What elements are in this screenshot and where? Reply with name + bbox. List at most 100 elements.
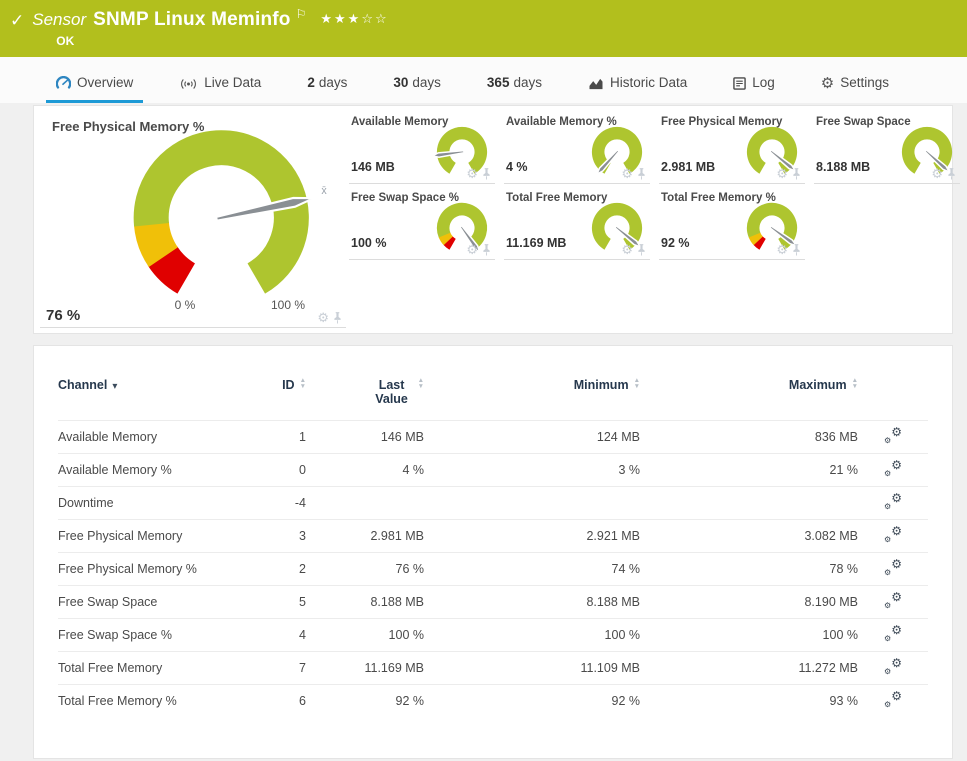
maximum-cell: 11.272 MB [640,651,858,685]
channel-name-cell: Free Swap Space [58,585,254,619]
edit-channel-gears-icon[interactable]: ⚙ ⚙ [884,590,902,610]
gauge-icon [56,76,71,91]
gauge-value: 11.169 MB [506,236,567,250]
channel-id-cell: 6 [254,684,306,718]
column-header-channel[interactable]: Channel ▾ [58,372,254,421]
tab-bar: Overview Live Data 2 days 30 days 365 days Histo… [0,57,967,103]
table-row-free-physical-memory: Free Physical Memory 3 2.981 MB 2.921 MB 3.0… [58,519,928,553]
gauge-value: 146 MB [351,160,395,174]
channel-gauge-available-memory: Available Memory 146 MB ⚙ [349,112,495,184]
column-header-minimum[interactable]: Minimum ▲ ▼ [424,372,640,421]
column-header-maximum[interactable]: Maximum ▲ ▼ [640,372,858,421]
gauge-pin-icon[interactable] [482,243,491,256]
tab-label: Live Data [204,75,262,90]
channel-gauge-free-swap-space-: Free Swap Space % 100 % ⚙ [349,188,495,260]
minimum-cell [424,486,640,520]
minimum-cell: 8.188 MB [424,585,640,619]
status-badge: OK [56,34,75,48]
edit-channel-gears-icon[interactable]: ⚙ ⚙ [884,458,902,478]
tab-historic-data[interactable]: Historic Data [578,75,697,103]
last-value-cell: 146 MB [306,420,424,454]
channel-id-cell: 1 [254,420,306,454]
edit-channel-gears-icon[interactable]: ⚙ ⚙ [884,524,902,544]
gauge-settings-gear-icon[interactable]: ⚙ [466,167,478,180]
sort-arrows-icon: ▲ ▼ [299,377,306,390]
gauge-pin-icon[interactable] [947,167,956,180]
channel-name-cell: Downtime [58,486,254,520]
gauge-settings-gear-icon[interactable]: ⚙ [776,167,788,180]
maximum-cell: 93 % [640,684,858,718]
gauge-pin-icon[interactable] [792,167,801,180]
gauge-value: 2.981 MB [661,160,716,174]
tab-label: Settings [840,75,890,90]
gauge-settings-gear-icon[interactable]: ⚙ [466,243,478,256]
gauge-settings-gear-icon[interactable]: ⚙ [931,167,943,180]
sort-arrows-icon: ▲ ▼ [851,377,858,390]
sensor-title-block: Sensor SNMP Linux Meminfo ⚐ ★★★☆☆ OK [32,7,388,48]
tab-settings[interactable]: ⚙ Settings [811,75,899,103]
sort-arrows-icon: ▲ ▼ [417,377,424,390]
historic-chart-icon [588,77,604,90]
table-row-total-free-memory-: Total Free Memory % 6 92 % 92 % 93 % ⚙ ⚙ [58,684,928,718]
channel-name-cell: Total Free Memory [58,651,254,685]
last-value-cell [306,486,424,520]
edit-channel-gears-icon[interactable]: ⚙ ⚙ [884,557,902,577]
prtg-sensor-page: ✓ Sensor SNMP Linux Meminfo ⚐ ★★★☆☆ OK O… [0,0,967,759]
tab-365-days[interactable]: 365 days [477,75,552,103]
minimum-cell: 11.109 MB [424,651,640,685]
channel-name-cell: Total Free Memory % [58,684,254,718]
gauge-pin-icon[interactable] [792,243,801,256]
gauge-settings-gear-icon[interactable]: ⚙ [621,167,633,180]
tab-label: days [412,75,441,90]
channel-name-cell: Available Memory [58,420,254,454]
gauge-pin-icon[interactable] [637,167,646,180]
channel-gauge-total-free-memory-: Total Free Memory % 92 % ⚙ [659,188,805,260]
tab-30-days[interactable]: 30 days [383,75,451,103]
minimum-cell: 2.921 MB [424,519,640,553]
gauge-value: 8.188 MB [816,160,871,174]
tab-log[interactable]: Log [723,75,785,103]
edit-channel-gears-icon[interactable]: ⚙ ⚙ [884,689,902,709]
sensor-title: SNMP Linux Meminfo [93,9,291,30]
tab-label: Log [752,75,775,90]
last-value-cell: 92 % [306,684,424,718]
sort-arrows-icon: ▲ ▼ [633,377,640,390]
channels-table-panel: Channel ▾ ID ▲ ▼ Last Value ▲ ▼ Minimum ▲ ▼ Maximum… [33,345,953,759]
gauge-pin-icon[interactable] [482,167,491,180]
tab-label: days [318,75,348,90]
edit-channel-gears-icon[interactable]: ⚙ ⚙ [884,623,902,643]
table-row-downtime: Downtime -4 ⚙ ⚙ [58,486,928,520]
last-value-cell: 2.981 MB [306,519,424,553]
primary-gauge-value: 76 % [46,307,81,324]
minimum-cell: 92 % [424,684,640,718]
tab-live-data[interactable]: Live Data [169,75,271,103]
channel-name-cell: Free Swap Space % [58,618,254,652]
edit-channel-gears-icon[interactable]: ⚙ ⚙ [884,425,902,445]
gauge-pin-icon[interactable] [637,243,646,256]
channel-name-cell: Available Memory % [58,453,254,487]
gauge-settings-gear-icon[interactable]: ⚙ [317,311,329,324]
column-header-last-value[interactable]: Last Value ▲ ▼ [306,372,424,421]
edit-channel-gears-icon[interactable]: ⚙ ⚙ [884,491,902,511]
last-value-cell: 8.188 MB [306,585,424,619]
sensor-header: ✓ Sensor SNMP Linux Meminfo ⚐ ★★★☆☆ OK [0,0,967,57]
tab-overview[interactable]: Overview [46,75,144,103]
last-value-cell: 11.169 MB [306,651,424,685]
channel-id-cell: 5 [254,585,306,619]
edit-channel-gears-icon[interactable]: ⚙ ⚙ [884,656,902,676]
tab-2-days[interactable]: 2 days [297,75,357,103]
maximum-cell: 21 % [640,453,858,487]
flag-icon: ⚐ [295,7,307,21]
gauge-pin-icon[interactable] [333,311,342,324]
table-row-free-swap-space-: Free Swap Space % 4 100 % 100 % 100 % ⚙ ⚙ [58,618,928,652]
priority-stars[interactable]: ★★★☆☆ [320,11,388,27]
gauge-settings-gear-icon[interactable]: ⚙ [621,243,633,256]
minimum-cell: 124 MB [424,420,640,454]
primary-channel-gauge: Free Physical Memory % x̄ 0 % 100 % 76 %… [40,112,346,328]
channel-gauge-available-memory-: Available Memory % 4 % ⚙ [504,112,650,184]
gauge-settings-gear-icon[interactable]: ⚙ [776,243,788,256]
tab-label: days [513,75,542,90]
last-value-cell: 100 % [306,618,424,652]
maximum-cell [640,486,858,520]
column-header-id[interactable]: ID ▲ ▼ [254,372,306,421]
